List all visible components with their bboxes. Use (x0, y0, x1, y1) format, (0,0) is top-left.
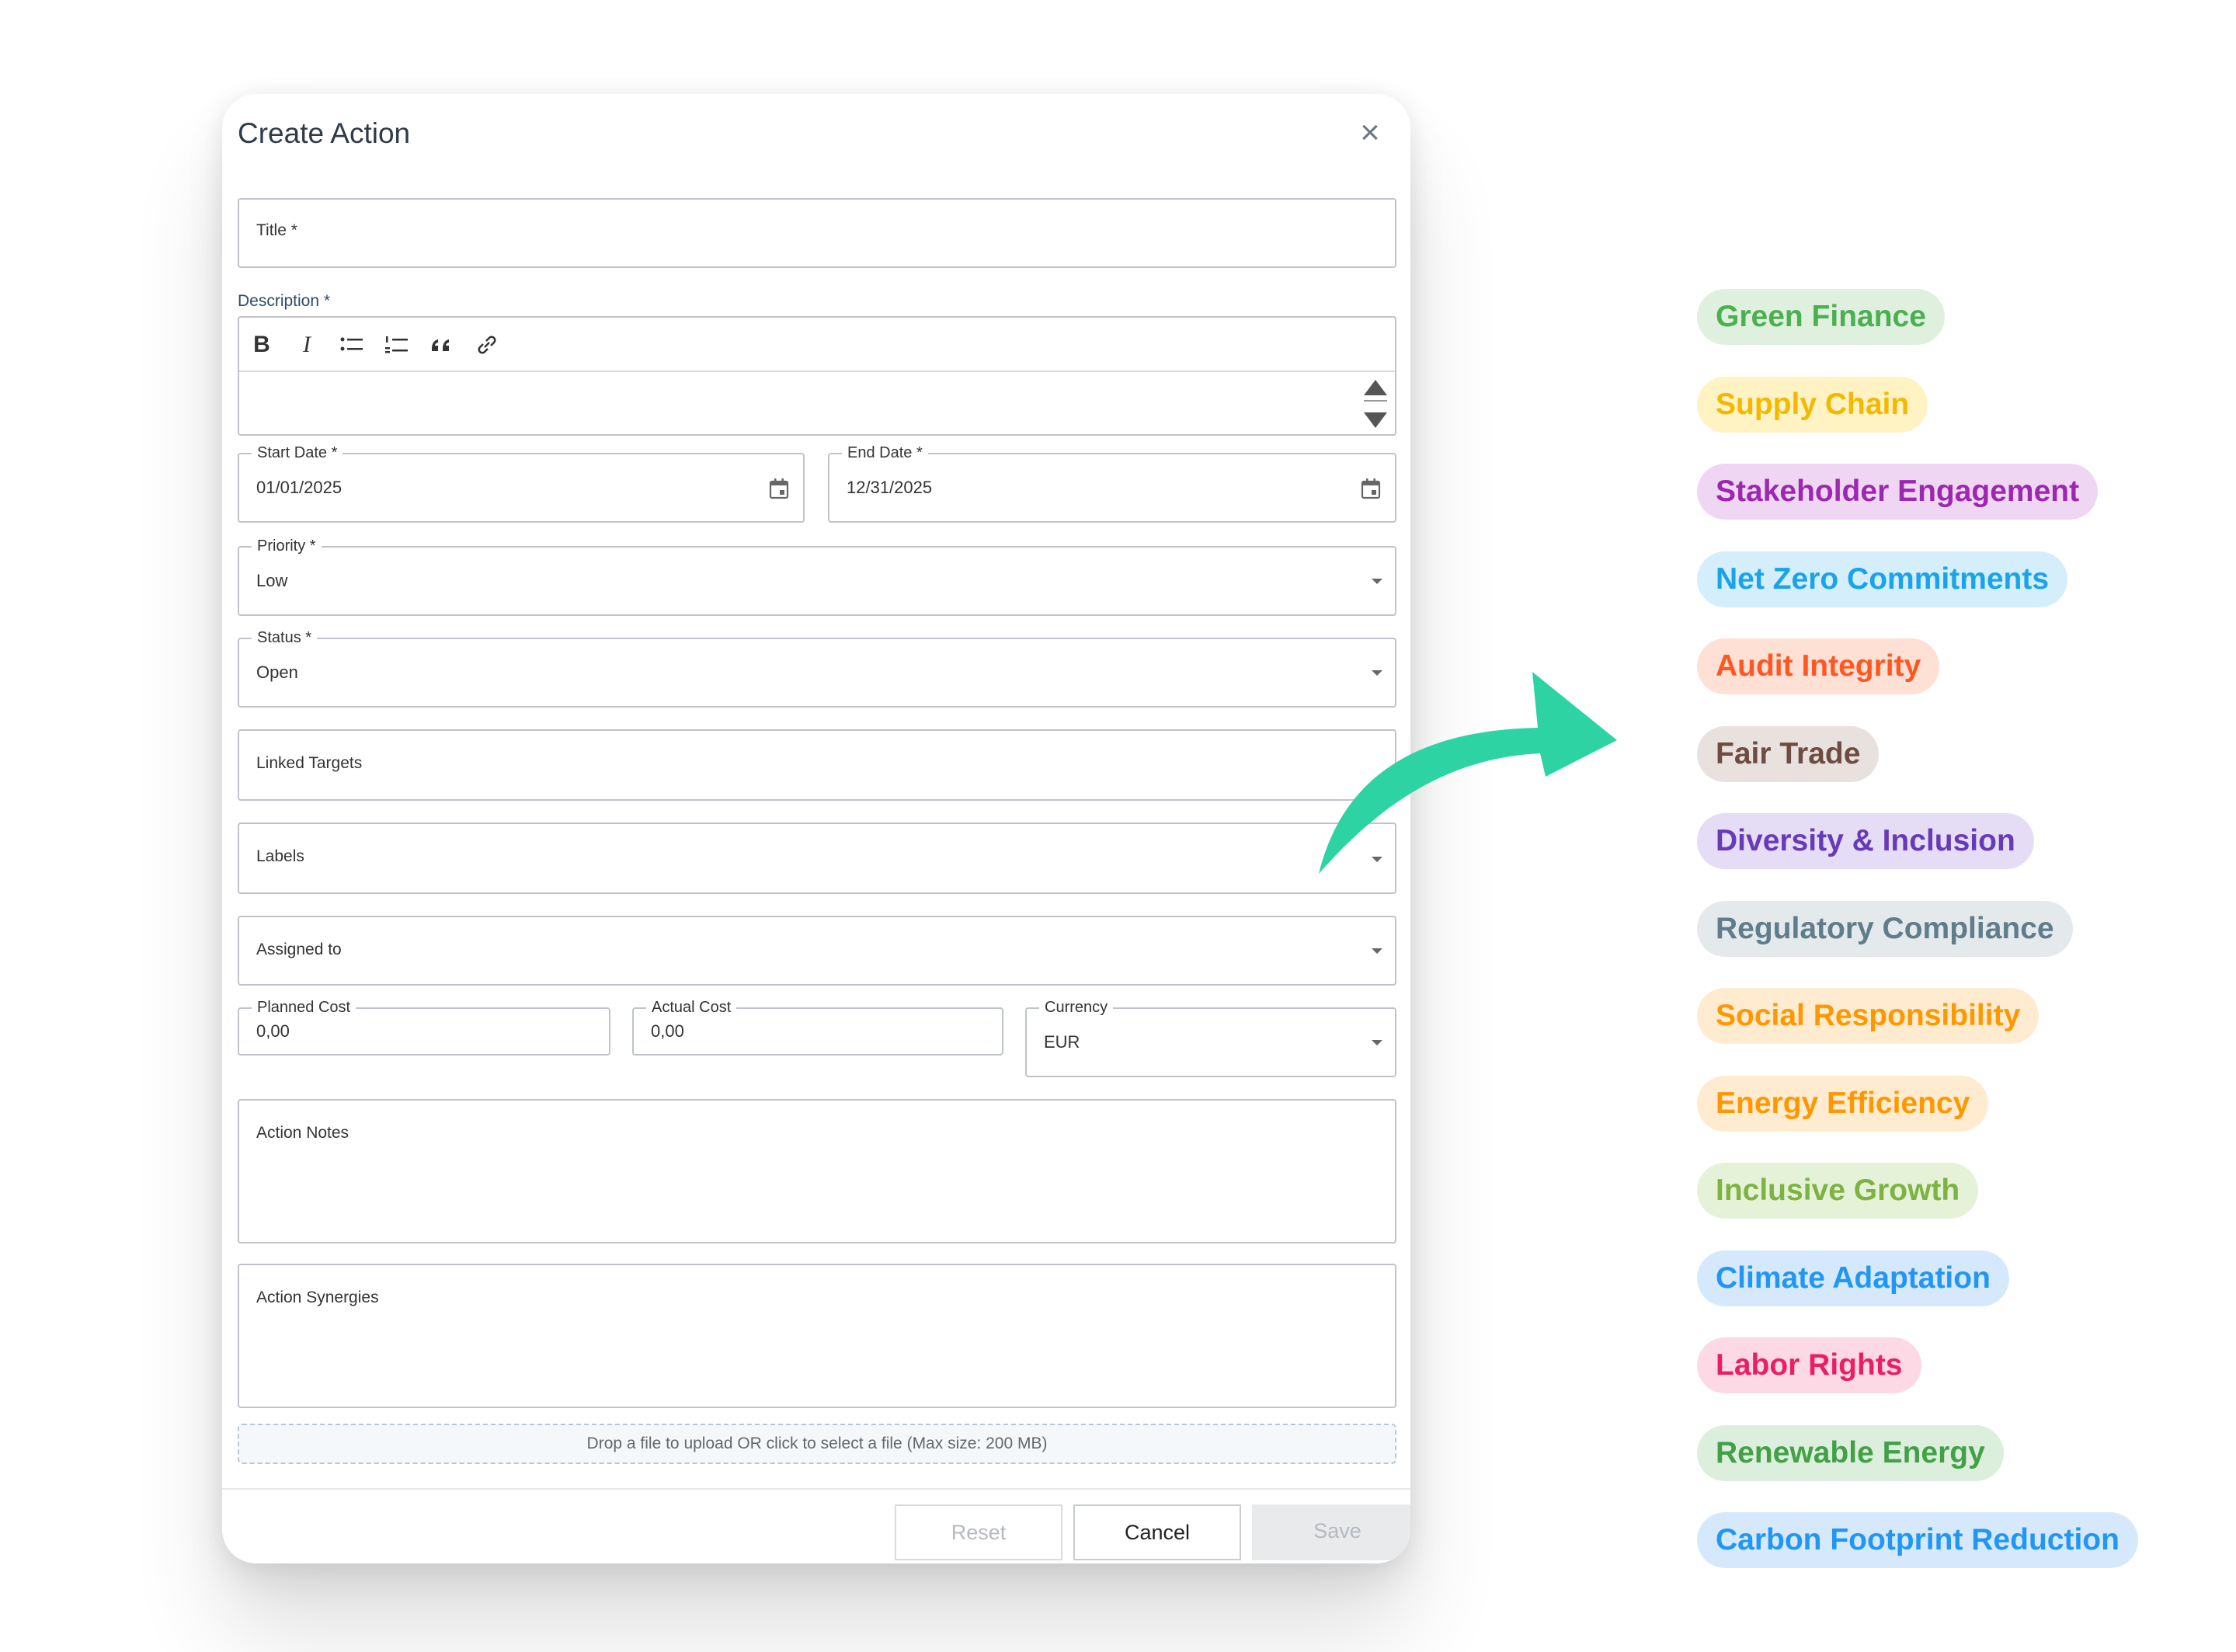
priority-value: Low (256, 571, 288, 590)
labels-select[interactable]: Labels (238, 823, 1396, 894)
planned-cost-value: 0,00 (256, 1021, 290, 1041)
tag-pill[interactable]: Regulatory Compliance (1697, 900, 2073, 957)
tag-pill[interactable]: Supply Chain (1697, 376, 1928, 433)
bullet-list-icon[interactable] (339, 332, 365, 358)
title-input[interactable]: Title * (238, 198, 1396, 268)
dialog-title: Create Action (238, 117, 411, 149)
currency-value: EUR (1044, 1032, 1080, 1052)
status-value: Open (256, 663, 298, 682)
tag-pill[interactable]: Social Responsibility (1697, 988, 2040, 1044)
planned-cost-label: Planned Cost (252, 998, 356, 1017)
labels-placeholder: Labels (256, 847, 304, 865)
currency-label: Currency (1039, 998, 1114, 1017)
italic-icon[interactable]: I (294, 332, 320, 358)
scroll-divider (1364, 400, 1387, 402)
description-editor[interactable]: B I (238, 316, 1396, 436)
actual-cost-input[interactable]: Actual Cost 0,00 (632, 998, 1003, 1056)
linked-targets-select[interactable]: Linked Targets (238, 729, 1396, 801)
assigned-to-select[interactable]: Assigned to (238, 916, 1396, 986)
footer-divider (222, 1488, 1410, 1490)
scroll-up-icon[interactable] (1364, 380, 1387, 395)
priority-label: Priority * (252, 537, 322, 555)
close-icon[interactable]: × (1351, 114, 1389, 151)
tag-pill[interactable]: Renewable Energy (1697, 1424, 2004, 1481)
tag-pill[interactable]: Climate Adaptation (1697, 1250, 2009, 1306)
tag-pill[interactable]: Labor Rights (1697, 1337, 1921, 1393)
scroll-down-icon[interactable] (1364, 412, 1387, 428)
end-date-value: 12/31/2025 (847, 478, 933, 497)
tag-pill[interactable]: Net Zero Commitments (1697, 551, 2068, 607)
calendar-icon[interactable] (769, 478, 789, 499)
calendar-icon[interactable] (1361, 478, 1381, 499)
status-select[interactable]: Status * Open (238, 628, 1396, 708)
reset-button[interactable]: Reset (895, 1504, 1062, 1560)
start-date-field[interactable]: Start Date * 01/01/2025 (238, 443, 805, 523)
chevron-down-icon[interactable] (1372, 948, 1382, 954)
tag-pill[interactable]: Stakeholder Engagement (1697, 464, 2099, 520)
planned-cost-input[interactable]: Planned Cost 0,00 (238, 998, 610, 1056)
numbered-list-icon[interactable] (384, 332, 410, 358)
tag-pill[interactable]: Energy Efficiency (1697, 1075, 1989, 1132)
actual-cost-label: Actual Cost (646, 998, 737, 1017)
start-date-value: 01/01/2025 (256, 478, 343, 497)
assigned-to-placeholder: Assigned to (256, 941, 342, 958)
link-icon[interactable] (474, 332, 500, 358)
end-date-label: End Date * (842, 443, 928, 462)
action-notes-textarea[interactable]: Action Notes (238, 1099, 1396, 1243)
actual-cost-value: 0,00 (651, 1021, 684, 1041)
title-placeholder: Title * (256, 221, 297, 239)
action-synergies-textarea[interactable]: Action Synergies (238, 1264, 1396, 1408)
priority-select[interactable]: Priority * Low (238, 537, 1396, 616)
start-date-label: Start Date * (252, 443, 343, 462)
linked-targets-placeholder: Linked Targets (256, 754, 363, 772)
save-button[interactable]: Save (1252, 1504, 1410, 1560)
currency-select[interactable]: Currency EUR (1025, 998, 1396, 1077)
tag-pill[interactable]: Fair Trade (1697, 725, 1880, 782)
bold-icon[interactable]: B (249, 332, 275, 358)
curved-arrow-icon (1319, 672, 1617, 874)
status-label: Status * (252, 628, 318, 647)
file-dropzone[interactable]: Drop a file to upload OR click to select… (238, 1424, 1396, 1464)
chevron-down-icon[interactable] (1372, 1040, 1382, 1045)
tag-pill[interactable]: Diversity & Inclusion (1697, 813, 2034, 869)
end-date-field[interactable]: End Date * 12/31/2025 (828, 443, 1396, 523)
tag-pill[interactable]: Inclusive Growth (1697, 1163, 1979, 1219)
tag-pill[interactable]: Green Finance (1697, 289, 1945, 345)
quote-icon[interactable] (429, 332, 455, 358)
description-label: Description * (238, 292, 331, 310)
chevron-down-icon[interactable] (1372, 579, 1382, 584)
cancel-button[interactable]: Cancel (1073, 1504, 1241, 1560)
create-action-dialog: Create Action × Title * Description * B … (222, 94, 1410, 1563)
rich-text-toolbar: B I (239, 318, 1395, 372)
tag-pill[interactable]: Carbon Footprint Reduction (1697, 1512, 2138, 1568)
tag-pill[interactable]: Audit Integrity (1697, 638, 1940, 694)
action-synergies-placeholder: Action Synergies (256, 1289, 379, 1306)
action-notes-placeholder: Action Notes (256, 1124, 349, 1142)
